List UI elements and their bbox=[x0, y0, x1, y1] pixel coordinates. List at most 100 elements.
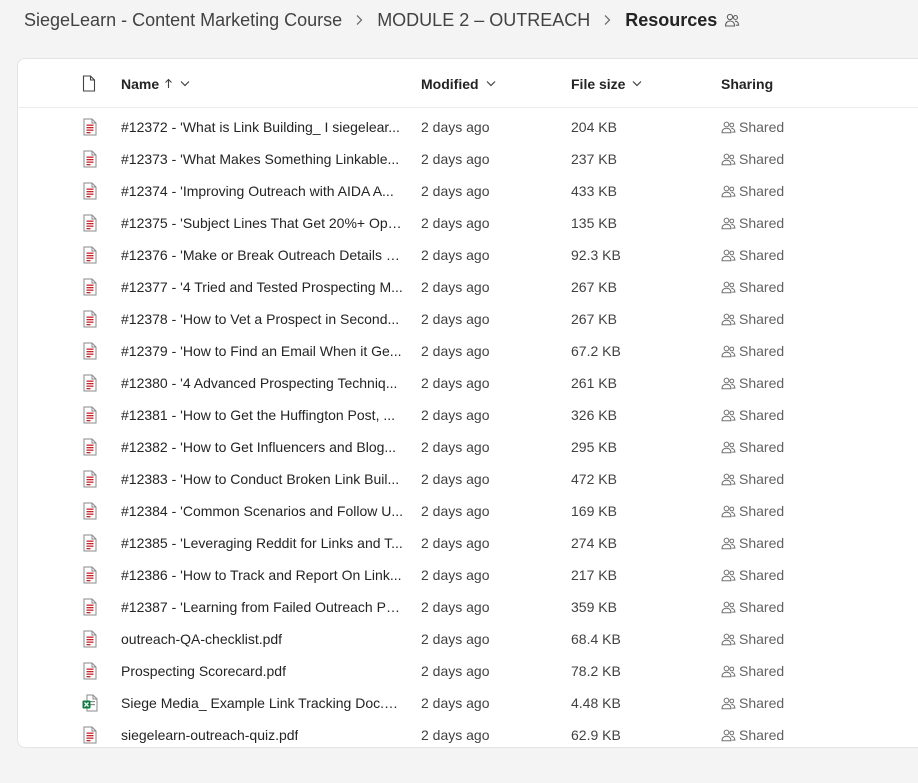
sharing-status[interactable]: Shared bbox=[721, 335, 784, 367]
file-row[interactable]: #12376 - 'Make or Break Outreach Details… bbox=[18, 239, 918, 271]
modified-value: 2 days ago bbox=[421, 311, 490, 327]
sharing-status[interactable]: Shared bbox=[721, 527, 784, 559]
file-row[interactable]: Siege Media_ Example Link Tracking Doc.x… bbox=[18, 687, 918, 719]
file-name: #12375 - 'Subject Lines That Get 20%+ Op… bbox=[121, 215, 404, 231]
file-name-link[interactable]: #12384 - 'Common Scenarios and Follow U.… bbox=[121, 495, 404, 527]
chevron-down-icon[interactable] bbox=[632, 80, 642, 87]
sharing-status[interactable]: Shared bbox=[721, 687, 784, 719]
file-name-link[interactable]: #12372 - 'What is Link Building_ I siege… bbox=[121, 111, 404, 143]
file-name-link[interactable]: #12383 - 'How to Conduct Broken Link Bui… bbox=[121, 463, 404, 495]
file-name-link[interactable]: #12378 - 'How to Vet a Prospect in Secon… bbox=[121, 303, 404, 335]
pdf-file-icon bbox=[82, 495, 98, 527]
breadcrumb: SiegeLearn - Content Marketing Course MO… bbox=[24, 8, 740, 32]
pdf-file-icon bbox=[82, 463, 98, 495]
sharing-status[interactable]: Shared bbox=[721, 623, 784, 655]
shared-people-icon[interactable] bbox=[724, 12, 740, 28]
file-name: #12374 - 'Improving Outreach with AIDA A… bbox=[121, 183, 394, 199]
file-name: #12380 - '4 Advanced Prospecting Techniq… bbox=[121, 375, 398, 391]
file-row[interactable]: outreach-QA-checklist.pdf 2 days ago 68.4 … bbox=[18, 623, 918, 655]
sharing-column-header[interactable]: Sharing bbox=[721, 59, 773, 108]
sharing-status[interactable]: Shared bbox=[721, 175, 784, 207]
sharing-status[interactable]: Shared bbox=[721, 591, 784, 623]
sharing-status[interactable]: Shared bbox=[721, 495, 784, 527]
file-name-link[interactable]: outreach-QA-checklist.pdf bbox=[121, 623, 404, 655]
file-name-link[interactable]: #12381 - 'How to Get the Huffington Post… bbox=[121, 399, 404, 431]
file-row[interactable]: #12383 - 'How to Conduct Broken Link Bui… bbox=[18, 463, 918, 495]
file-name-link[interactable]: #12380 - '4 Advanced Prospecting Techniq… bbox=[121, 367, 404, 399]
sharing-status[interactable]: Shared bbox=[721, 559, 784, 591]
sharing-label: Shared bbox=[739, 215, 785, 231]
file-name-link[interactable]: #12387 - 'Learning from Failed Outreach … bbox=[121, 591, 404, 623]
file-name-link[interactable]: #12375 - 'Subject Lines That Get 20%+ Op… bbox=[121, 207, 404, 239]
file-name-link[interactable]: #12373 - 'What Makes Something Linkable.… bbox=[121, 143, 404, 175]
sharing-status[interactable]: Shared bbox=[721, 463, 784, 495]
file-name-link[interactable]: #12385 - 'Leveraging Reddit for Links an… bbox=[121, 527, 404, 559]
pdf-file-icon bbox=[82, 559, 98, 591]
shared-people-icon bbox=[721, 408, 739, 422]
file-name-link[interactable]: #12386 - 'How to Track and Report On Lin… bbox=[121, 559, 404, 591]
file-row[interactable]: #12387 - 'Learning from Failed Outreach … bbox=[18, 591, 918, 623]
file-row[interactable]: siegelearn-outreach-quiz.pdf 2 days ago 62… bbox=[18, 719, 918, 751]
file-name: #12378 - 'How to Vet a Prospect in Secon… bbox=[121, 311, 400, 327]
name-column-header[interactable]: Name bbox=[121, 59, 190, 108]
pdf-file-icon bbox=[82, 335, 98, 367]
breadcrumb-item-course[interactable]: SiegeLearn - Content Marketing Course bbox=[24, 10, 342, 31]
file-row[interactable]: #12375 - 'Subject Lines That Get 20%+ Op… bbox=[18, 207, 918, 239]
file-size-value: 359 KB bbox=[571, 599, 617, 615]
document-icon bbox=[82, 75, 96, 92]
file-row[interactable]: #12372 - 'What is Link Building_ I siege… bbox=[18, 111, 918, 143]
file-name-link[interactable]: #12374 - 'Improving Outreach with AIDA A… bbox=[121, 175, 404, 207]
sharing-status[interactable]: Shared bbox=[721, 111, 784, 143]
sharing-label: Shared bbox=[739, 183, 785, 199]
file-name-link[interactable]: #12382 - 'How to Get Influencers and Blo… bbox=[121, 431, 404, 463]
pdf-file-icon bbox=[82, 655, 98, 687]
file-name: #12377 - '4 Tried and Tested Prospecting… bbox=[121, 279, 403, 295]
sharing-status[interactable]: Shared bbox=[721, 143, 784, 175]
sharing-label: Shared bbox=[739, 439, 785, 455]
file-row[interactable]: Prospecting Scorecard.pdf 2 days ago 78.2 … bbox=[18, 655, 918, 687]
file-size-column-header[interactable]: File size bbox=[571, 59, 642, 108]
file-size-value: 237 KB bbox=[571, 151, 617, 167]
file-name-link[interactable]: Siege Media_ Example Link Tracking Doc.x… bbox=[121, 687, 404, 719]
file-row[interactable]: #12381 - 'How to Get the Huffington Post… bbox=[18, 399, 918, 431]
file-row[interactable]: #12385 - 'Leveraging Reddit for Links an… bbox=[18, 527, 918, 559]
chevron-down-icon[interactable] bbox=[180, 80, 190, 87]
sharing-label: Shared bbox=[739, 119, 785, 135]
shared-people-icon bbox=[721, 504, 739, 518]
modified-value: 2 days ago bbox=[421, 407, 490, 423]
sharing-header-label: Sharing bbox=[721, 75, 774, 92]
modified-value: 2 days ago bbox=[421, 247, 490, 263]
modified-column-header[interactable]: Modified bbox=[421, 59, 496, 108]
file-row[interactable]: #12374 - 'Improving Outreach with AIDA A… bbox=[18, 175, 918, 207]
file-row[interactable]: #12379 - 'How to Find an Email When it G… bbox=[18, 335, 918, 367]
file-name-link[interactable]: #12377 - '4 Tried and Tested Prospecting… bbox=[121, 271, 404, 303]
file-row[interactable]: #12382 - 'How to Get Influencers and Blo… bbox=[18, 431, 918, 463]
sharing-status[interactable]: Shared bbox=[721, 655, 784, 687]
shared-people-icon bbox=[721, 472, 739, 486]
file-row[interactable]: #12386 - 'How to Track and Report On Lin… bbox=[18, 559, 918, 591]
sharing-status[interactable]: Shared bbox=[721, 207, 784, 239]
sharing-status[interactable]: Shared bbox=[721, 271, 784, 303]
file-type-header[interactable] bbox=[82, 59, 96, 108]
sharing-status[interactable]: Shared bbox=[721, 719, 784, 751]
pdf-file-icon bbox=[82, 207, 98, 239]
sharing-label: Shared bbox=[739, 631, 785, 647]
file-row[interactable]: #12384 - 'Common Scenarios and Follow U.… bbox=[18, 495, 918, 527]
file-name-link[interactable]: #12376 - 'Make or Break Outreach Details… bbox=[121, 239, 404, 271]
file-name-link[interactable]: #12379 - 'How to Find an Email When it G… bbox=[121, 335, 404, 367]
file-row[interactable]: #12377 - '4 Tried and Tested Prospecting… bbox=[18, 271, 918, 303]
file-name-link[interactable]: siegelearn-outreach-quiz.pdf bbox=[121, 719, 404, 751]
file-row[interactable]: #12378 - 'How to Vet a Prospect in Secon… bbox=[18, 303, 918, 335]
sharing-status[interactable]: Shared bbox=[721, 239, 784, 271]
sharing-status[interactable]: Shared bbox=[721, 303, 784, 335]
file-name: #12381 - 'How to Get the Huffington Post… bbox=[121, 407, 396, 423]
file-row[interactable]: #12373 - 'What Makes Something Linkable.… bbox=[18, 143, 918, 175]
sharing-status[interactable]: Shared bbox=[721, 399, 784, 431]
sharing-status[interactable]: Shared bbox=[721, 431, 784, 463]
file-row[interactable]: #12380 - '4 Advanced Prospecting Techniq… bbox=[18, 367, 918, 399]
sharing-status[interactable]: Shared bbox=[721, 367, 784, 399]
breadcrumb-item-current: Resources bbox=[625, 9, 718, 30]
breadcrumb-item-module[interactable]: MODULE 2 – OUTREACH bbox=[377, 10, 590, 31]
file-name-link[interactable]: Prospecting Scorecard.pdf bbox=[121, 655, 404, 687]
chevron-down-icon[interactable] bbox=[486, 80, 496, 87]
